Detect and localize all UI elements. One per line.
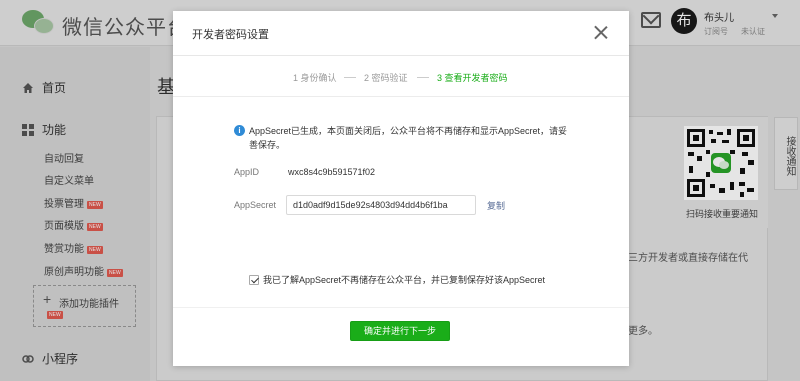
step-separator [344,77,356,78]
confirm-next-button[interactable]: 确定并进行下一步 [350,321,450,341]
info-message: AppSecret已生成，本页面关闭后，公众平台将不再储存和显示AppSecre… [249,126,568,150]
copy-button[interactable]: 复制 [487,199,505,212]
divider [173,307,629,308]
step-view-password: 3 查看开发者密码 [437,73,508,83]
step-password-verify: 2 密码验证 [364,73,408,83]
divider [173,55,629,56]
info-icon: i [234,125,245,136]
step-separator [417,77,429,78]
appid-value: wxc8s4c9b591571f02 [288,167,376,177]
close-icon[interactable] [594,25,608,39]
checkbox-label: 我已了解AppSecret不再储存在公众平台，并已复制保存好该AppSecret [263,275,546,285]
developer-password-dialog: 开发者密码设置 1 身份确认 2 密码验证 3 查看开发者密码 i AppSec… [173,11,629,366]
appsecret-field[interactable]: d1d0adf9d15de92s4803d94dd4b6f1ba [286,195,476,215]
dialog-title: 开发者密码设置 [192,29,269,41]
checkbox-checked-icon[interactable] [249,275,259,285]
step-identity-confirm: 1 身份确认 [293,73,337,83]
divider [173,96,629,97]
acknowledge-checkbox[interactable]: 我已了解AppSecret不再储存在公众平台，并已复制保存好该AppSecret [249,273,545,286]
appsecret-label: AppSecret [234,200,277,210]
appid-label: AppID [234,167,260,177]
